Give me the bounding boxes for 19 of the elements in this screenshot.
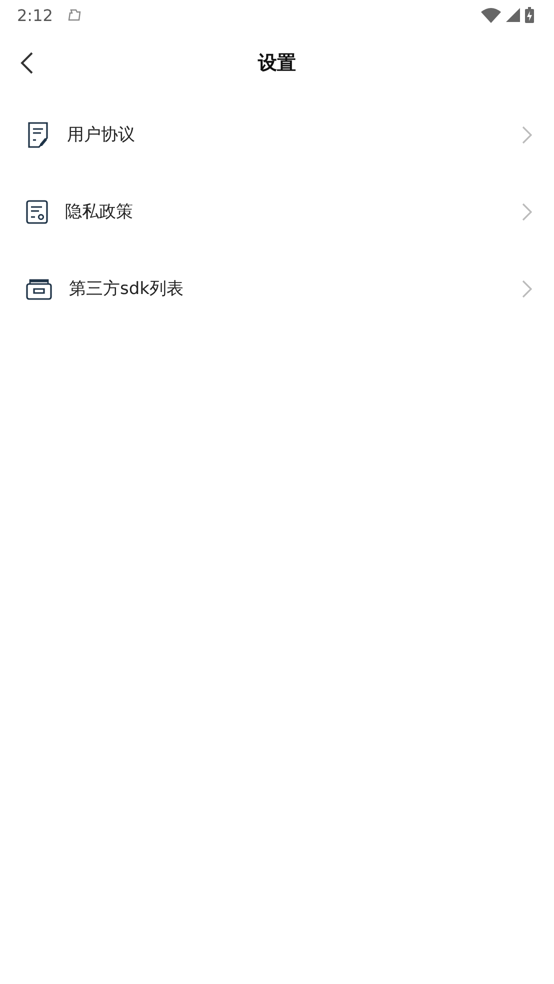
battery-icon: [525, 7, 534, 23]
back-icon[interactable]: [20, 52, 34, 74]
signal-icon: [506, 8, 520, 22]
notification-icon: [68, 9, 82, 21]
document-icon: [26, 200, 48, 224]
item-label: 第三方sdk列表: [69, 278, 184, 300]
box-icon: [26, 278, 52, 300]
document-edit-icon: [26, 122, 50, 148]
item-label: 隐私政策: [65, 201, 134, 223]
wifi-icon: [481, 8, 501, 22]
chevron-right-icon: [522, 202, 532, 220]
chevron-right-icon: [522, 126, 532, 144]
chevron-right-icon: [522, 280, 532, 298]
page-title: 设置: [258, 51, 296, 76]
settings-item[interactable]: 隐私政策: [0, 173, 554, 250]
settings-item[interactable]: 第三方sdk列表: [0, 250, 554, 327]
status-time: 2:12: [17, 6, 53, 24]
settings-item[interactable]: 用户协议: [0, 96, 554, 173]
item-label: 用户协议: [67, 124, 136, 146]
